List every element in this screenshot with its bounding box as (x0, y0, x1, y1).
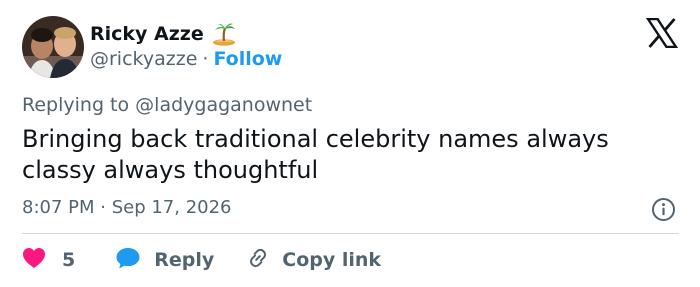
x-logo-icon[interactable] (645, 17, 679, 49)
reply-label: Reply (154, 249, 215, 271)
display-name[interactable]: Ricky Azze (90, 23, 204, 45)
copy-link-button[interactable]: Copy link (246, 246, 381, 275)
author-name-row: Ricky Azze (90, 20, 237, 48)
replying-to-line: Replying to @ladygaganownet (22, 94, 312, 116)
tweet-card: Ricky Azze @rickyazze · Follow Replying … (0, 0, 700, 287)
like-button[interactable]: 5 (22, 247, 75, 274)
author-handle[interactable]: @rickyazze (90, 48, 197, 70)
divider (22, 233, 679, 234)
replying-to-label: Replying to (22, 94, 130, 116)
info-icon[interactable] (651, 197, 676, 222)
link-icon (246, 246, 270, 275)
handle-row: @rickyazze · Follow (90, 48, 282, 70)
tweet-timestamp[interactable]: 8:07 PM · Sep 17, 2026 (22, 197, 232, 218)
follow-button[interactable]: Follow (213, 48, 282, 70)
action-bar: 5 Reply Copy link (22, 246, 381, 274)
desert-island-icon (211, 21, 237, 47)
reply-button[interactable]: Reply (115, 246, 214, 275)
avatar[interactable] (22, 16, 84, 78)
speech-bubble-icon (115, 246, 141, 275)
heart-icon (22, 247, 46, 274)
replying-to-mention[interactable]: @ladygaganownet (135, 94, 312, 116)
separator-dot: · (202, 48, 209, 70)
like-count: 5 (62, 249, 76, 271)
tweet-text: Bringing back traditional celebrity name… (22, 125, 609, 184)
copy-link-label: Copy link (282, 249, 382, 271)
